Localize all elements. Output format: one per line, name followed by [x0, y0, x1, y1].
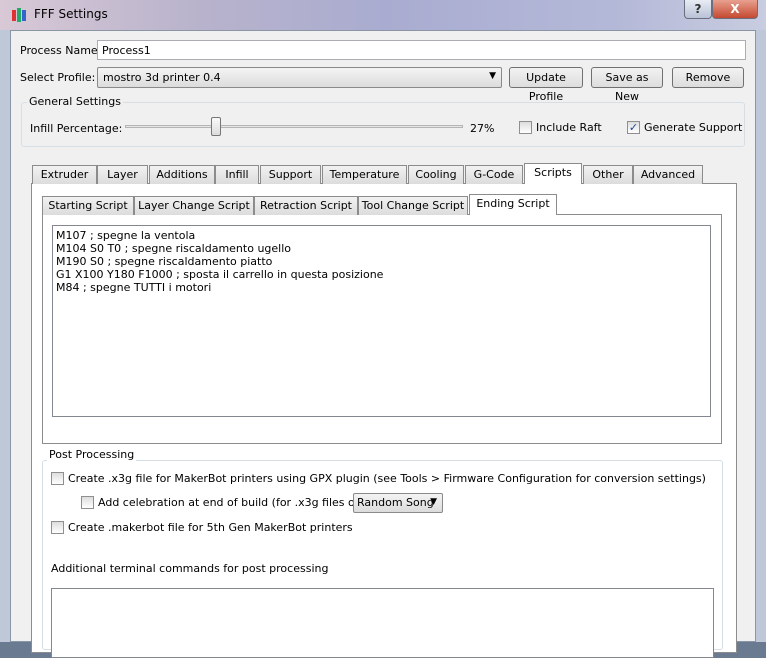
tab-gcode[interactable]: G-Code	[465, 165, 523, 184]
script-tab-retraction-script[interactable]: Retraction Script	[254, 196, 358, 215]
tab-layer[interactable]: Layer	[97, 165, 148, 184]
tab-additions[interactable]: Additions	[149, 165, 215, 184]
post-processing-title: Post Processing	[47, 448, 137, 461]
infill-slider-track[interactable]	[125, 125, 463, 128]
create-x3g-checkbox[interactable]	[51, 472, 64, 485]
app-logo-icon	[12, 7, 26, 23]
infill-value: 27%	[470, 122, 495, 135]
remove-button[interactable]: Remove	[672, 67, 744, 88]
script-tab-ending-script[interactable]: Ending Script	[469, 194, 557, 215]
process-name-label: Process Name:	[20, 44, 102, 57]
profile-value: mostro 3d printer 0.4	[103, 71, 221, 84]
celebration-checkbox[interactable]	[81, 496, 94, 509]
create-x3g-label: Create .x3g file for MakerBot printers u…	[68, 472, 706, 485]
create-makerbot-checkbox[interactable]	[51, 521, 64, 534]
help-button[interactable]: ?	[684, 0, 712, 19]
select-profile-label: Select Profile:	[20, 71, 96, 84]
song-value: Random Song	[357, 496, 434, 509]
tab-temperature[interactable]: Temperature	[322, 165, 407, 184]
tab-other[interactable]: Other	[583, 165, 633, 184]
generate-support-label: Generate Support	[644, 121, 743, 134]
tab-support[interactable]: Support	[260, 165, 321, 184]
infill-label: Infill Percentage:	[30, 122, 123, 135]
chevron-down-icon: ▼	[489, 71, 496, 81]
include-raft-label: Include Raft	[536, 121, 602, 134]
tab-cooling[interactable]: Cooling	[408, 165, 464, 184]
tab-extruder[interactable]: Extruder	[32, 165, 97, 184]
terminal-commands-input[interactable]	[51, 588, 714, 658]
create-makerbot-label: Create .makerbot file for 5th Gen MakerB…	[68, 521, 353, 534]
terminal-commands-label: Additional terminal commands for post pr…	[51, 562, 329, 575]
general-settings-title: General Settings	[27, 95, 123, 108]
close-button[interactable]: X	[712, 0, 758, 19]
save-as-new-button[interactable]: Save as New	[591, 67, 663, 103]
chevron-down-icon: ▼	[430, 497, 437, 507]
tab-scripts[interactable]: Scripts	[524, 163, 582, 184]
ending-script-editor[interactable]	[52, 225, 711, 417]
generate-support-checkbox[interactable]: ✓	[627, 121, 640, 134]
title-bar	[0, 0, 766, 30]
tab-infill[interactable]: Infill	[215, 165, 259, 184]
script-tab-starting-script[interactable]: Starting Script	[42, 196, 134, 215]
script-tab-tool-change-script[interactable]: Tool Change Script	[358, 196, 468, 215]
song-select[interactable]: Random Song ▼	[353, 493, 443, 513]
script-tab-layer-change-script[interactable]: Layer Change Script	[134, 196, 254, 215]
window-title: FFF Settings	[34, 7, 108, 21]
update-profile-button[interactable]: Update Profile	[509, 67, 583, 103]
celebration-label: Add celebration at end of build (for .x3…	[98, 496, 376, 509]
include-raft-checkbox[interactable]	[519, 121, 532, 134]
profile-select[interactable]: mostro 3d printer 0.4 ▼	[97, 67, 502, 88]
process-name-input[interactable]	[97, 40, 746, 60]
tab-advanced[interactable]: Advanced	[633, 165, 703, 184]
infill-slider-handle[interactable]	[211, 117, 222, 136]
